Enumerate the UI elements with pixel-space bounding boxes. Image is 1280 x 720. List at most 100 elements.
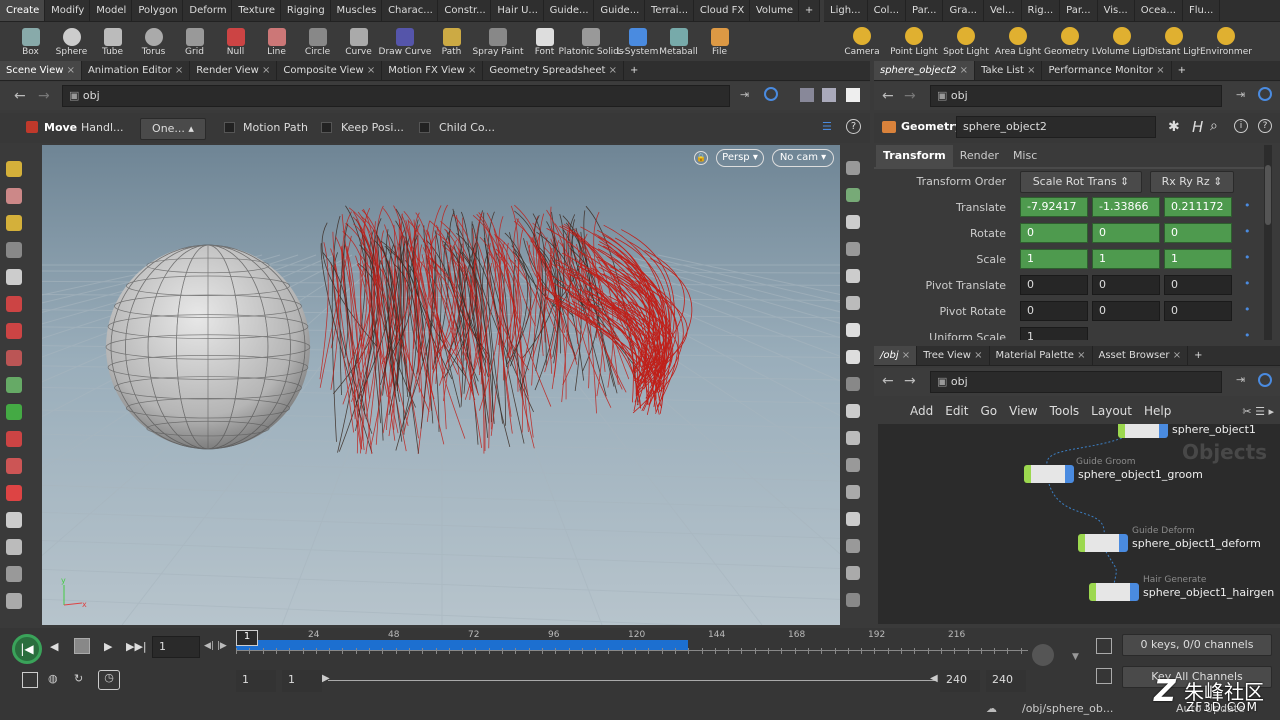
- close-tab-icon[interactable]: ×: [957, 65, 968, 76]
- param-key-icon[interactable]: •: [1244, 251, 1251, 264]
- frame-field[interactable]: 1: [152, 636, 200, 658]
- param-uniform-scale-x[interactable]: 1: [1020, 327, 1088, 340]
- options-icon[interactable]: ☰: [822, 120, 832, 133]
- close-tab-icon[interactable]: ×: [364, 65, 375, 76]
- param-back-icon[interactable]: ←: [882, 88, 894, 104]
- viewport[interactable]: yx 🔒 Persp ▾ No cam ▾: [42, 145, 840, 625]
- shelf-tab-deform[interactable]: Deform: [183, 0, 233, 21]
- key-dropdown-icon[interactable]: ▼: [1072, 652, 1079, 662]
- tool-platonic-solids[interactable]: Platonic Solids: [558, 22, 624, 60]
- light-tab-vel[interactable]: Vel...: [984, 0, 1022, 21]
- left-tool-icon-4[interactable]: [6, 242, 22, 258]
- light-tab-flu[interactable]: Flu...: [1183, 0, 1221, 21]
- path-field[interactable]: ▣ obj: [62, 85, 730, 107]
- close-tab-icon[interactable]: ×: [172, 65, 183, 76]
- pane-tab-animation-editor[interactable]: Animation Editor ×: [82, 61, 191, 80]
- left-tool-icon-2[interactable]: [6, 188, 22, 204]
- sphere-object[interactable]: [105, 244, 311, 450]
- left-tool-icon-3[interactable]: [6, 215, 22, 231]
- tool-path[interactable]: Path: [431, 22, 472, 60]
- shading-icon[interactable]: [822, 88, 836, 102]
- shelf-tab-guide[interactable]: Guide...: [544, 0, 595, 21]
- shelf-tab-guide[interactable]: Guide...: [594, 0, 646, 21]
- shelf-tab-create[interactable]: Create: [0, 0, 46, 21]
- param-pivot-rotate-x[interactable]: 0: [1020, 301, 1088, 321]
- display-tool-icon-17[interactable]: [846, 593, 860, 607]
- param-path-field[interactable]: ▣ obj: [930, 85, 1222, 107]
- info-icon[interactable]: i: [1234, 119, 1248, 133]
- display-icon[interactable]: [800, 88, 814, 102]
- param-pivot-translate-x[interactable]: 0: [1020, 275, 1088, 295]
- pane-tab-scene-view[interactable]: Scene View ×: [0, 61, 82, 80]
- display-tool-icon-9[interactable]: [846, 377, 860, 391]
- current-frame-marker[interactable]: 1: [236, 630, 258, 646]
- link-icon[interactable]: [764, 87, 778, 101]
- tool-tube[interactable]: Tube: [92, 22, 133, 60]
- tool-grid[interactable]: Grid: [174, 22, 215, 60]
- pane-tab-motion-fx-view[interactable]: Motion FX View ×: [382, 61, 484, 80]
- timeline[interactable]: 24 48 72 96 120 144 168 192 216 1: [236, 630, 1028, 664]
- window-icon[interactable]: [846, 88, 860, 102]
- param-help-icon[interactable]: ?: [1258, 119, 1272, 133]
- left-tool-icon-15[interactable]: [6, 539, 22, 555]
- step-icons[interactable]: ◀| |▶: [204, 641, 227, 651]
- tool-box[interactable]: Box: [10, 22, 51, 60]
- network-menu-help[interactable]: Help: [1144, 404, 1171, 418]
- gear-icon[interactable]: ✱: [1168, 119, 1180, 135]
- add-tab-icon[interactable]: +: [624, 61, 644, 80]
- transform-order-dropdown[interactable]: Scale Rot Trans ⇕: [1020, 171, 1142, 193]
- left-tool-icon-6[interactable]: [6, 296, 22, 312]
- node-sphere-object1[interactable]: sphere_object1: [1118, 424, 1256, 438]
- add-tab-icon[interactable]: +: [1172, 61, 1192, 80]
- close-tab-icon[interactable]: ×: [971, 350, 982, 361]
- param-scrollbar[interactable]: [1264, 145, 1272, 340]
- left-tool-icon-5[interactable]: [6, 269, 22, 285]
- network-editor[interactable]: Objects sphere_object1 Guide Groom spher…: [878, 424, 1280, 624]
- param-pivot-translate-z[interactable]: 0: [1164, 275, 1232, 295]
- shelf-tab-charac[interactable]: Charac...: [382, 0, 439, 21]
- param-key-icon[interactable]: •: [1244, 329, 1251, 340]
- help-h-icon[interactable]: H: [1192, 118, 1203, 136]
- param-scale-z[interactable]: 1: [1164, 249, 1232, 269]
- shelf-tab-cloud-fx[interactable]: Cloud FX: [694, 0, 750, 21]
- shelf-tab-polygon[interactable]: Polygon: [132, 0, 184, 21]
- display-tool-icon-16[interactable]: [846, 566, 860, 580]
- shelf-tab-constr[interactable]: Constr...: [438, 0, 492, 21]
- network-pin-icon[interactable]: ⇥: [1236, 373, 1245, 386]
- tool-area-light[interactable]: Area Light: [992, 22, 1044, 60]
- network-link-icon[interactable]: [1258, 373, 1272, 387]
- play-reverse-button[interactable]: ◀: [50, 640, 58, 653]
- left-tool-icon-12[interactable]: [6, 458, 22, 474]
- left-tool-icon-13[interactable]: [6, 485, 22, 501]
- play-button[interactable]: ▶: [104, 640, 112, 653]
- display-tool-icon-6[interactable]: [846, 296, 860, 310]
- close-tab-icon[interactable]: ×: [1074, 350, 1085, 361]
- param-tab-misc[interactable]: Misc: [1006, 145, 1044, 167]
- param-scale-y[interactable]: 1: [1092, 249, 1160, 269]
- network-back-icon[interactable]: ←: [882, 373, 894, 389]
- left-tool-icon-14[interactable]: [6, 512, 22, 528]
- network-menu-add[interactable]: Add: [910, 404, 933, 418]
- network-tools-icon[interactable]: ✂ ☰ ▸: [1242, 405, 1274, 418]
- tool-camera[interactable]: Camera: [836, 22, 888, 60]
- network-menu-view[interactable]: View: [1009, 404, 1037, 418]
- left-tool-icon-7[interactable]: [6, 323, 22, 339]
- end-frame-field[interactable]: 240: [940, 670, 980, 692]
- param-tab-render[interactable]: Render: [953, 145, 1006, 167]
- help-icon[interactable]: ?: [846, 119, 861, 134]
- network-path-field[interactable]: ▣ obj: [930, 371, 1222, 393]
- param-rotate-x[interactable]: 0: [1020, 223, 1088, 243]
- param-key-icon[interactable]: •: [1244, 199, 1251, 212]
- tool-geometry-light[interactable]: Geometry Light: [1044, 22, 1096, 60]
- light-tab-gra[interactable]: Gra...: [943, 0, 984, 21]
- lock-camera-icon[interactable]: 🔒: [694, 151, 708, 165]
- camera-menu[interactable]: No cam ▾: [772, 149, 834, 167]
- display-tool-icon-2[interactable]: [846, 188, 860, 202]
- network-tab-asset-browser[interactable]: Asset Browser ×: [1093, 346, 1189, 365]
- loop-icon[interactable]: ↻: [74, 672, 83, 685]
- light-tab-rig[interactable]: Rig...: [1022, 0, 1061, 21]
- pane-tab-composite-view[interactable]: Composite View ×: [277, 61, 383, 80]
- shelf-tab-texture[interactable]: Texture: [232, 0, 281, 21]
- node-groom[interactable]: sphere_object1_groom: [1024, 465, 1203, 483]
- close-tab-icon[interactable]: ×: [605, 65, 617, 76]
